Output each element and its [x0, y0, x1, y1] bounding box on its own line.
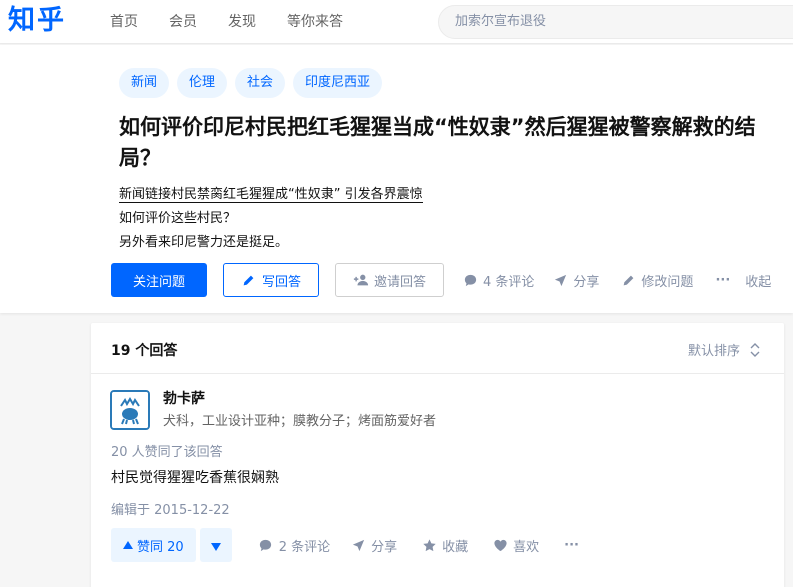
answer-actions: 赞同 20 2 条评论 分享 收藏 喜欢 ··· — [111, 528, 579, 562]
send-icon — [350, 537, 366, 553]
topic-tag[interactable]: 社会 — [235, 68, 286, 98]
author-bio: 犬科，工业设计亚种；膜教分子；烤面筋爱好者 — [163, 414, 437, 429]
main-nav: 首页 会员 发现 等你来答 — [110, 0, 374, 44]
answer-comments-button[interactable]: 2 条评论 — [258, 536, 330, 555]
edited-time[interactable]: 编辑于 2015-12-22 — [111, 499, 230, 518]
nav-item-home[interactable]: 首页 — [110, 0, 138, 44]
nav-item-membership[interactable]: 会员 — [169, 0, 197, 44]
write-answer-button[interactable]: 写回答 — [223, 263, 319, 297]
question-title: 如何评价印尼村民把红毛猩猩当成“性奴隶”然后猩猩被警察解救的结局？ — [119, 115, 756, 170]
edit-question-button[interactable]: 修改问题 — [620, 271, 693, 290]
send-icon — [552, 272, 568, 288]
answer-content: 村民觉得猩猩吃香蕉很娴熟 — [111, 470, 279, 486]
like-label: 喜欢 — [513, 539, 540, 555]
edit-question-label: 修改问题 — [641, 274, 694, 290]
share-button[interactable]: 分享 — [552, 271, 599, 290]
question-detail-line: 如何评价这些村民？ — [119, 211, 237, 226]
invite-answer-button[interactable]: 邀请回答 — [335, 263, 444, 297]
nav-item-explore[interactable]: 发现 — [228, 0, 256, 44]
question-header: 新闻 伦理 社会 印度尼西亚 如何评价印尼村民把红毛猩猩当成“性奴隶”然后猩猩被… — [0, 45, 793, 313]
like-button[interactable]: 喜欢 — [492, 536, 539, 555]
news-link[interactable]: 新闻链接村民禁脔红毛猩猩成“性奴隶” 引发各界震惊 — [119, 187, 423, 203]
top-bar: 知乎 首页 会员 发现 等你来答 加索尔宣布退役 — [0, 0, 793, 44]
collapse-button[interactable]: 收起 — [745, 271, 771, 290]
question-detail-line: 另外看来印尼警力还是挺足。 — [119, 235, 289, 250]
sort-dropdown[interactable]: 默认排序 — [688, 340, 760, 359]
answer-share-label: 分享 — [371, 539, 398, 555]
follow-question-button[interactable]: 关注问题 — [111, 263, 207, 297]
author-name[interactable]: 勃卡萨 — [163, 388, 205, 408]
invite-answer-label: 邀请回答 — [373, 274, 426, 290]
upvote-button[interactable]: 赞同 20 — [111, 528, 196, 562]
topic-tag[interactable]: 新闻 — [119, 68, 170, 98]
answer-comments-label: 2 条评论 — [278, 539, 331, 555]
pencil-icon — [620, 272, 636, 288]
answers-list: 19 个回答 默认排序 勃卡萨 犬科，工业设计亚种；膜教分子；烤面筋爱好者 20… — [91, 323, 784, 587]
comment-icon — [258, 537, 274, 553]
question-actions: 关注问题 写回答 邀请回答 4 条评论 分享 修改问题 ··· 收起 — [111, 263, 771, 297]
star-icon — [421, 537, 437, 553]
triangle-down-icon — [210, 536, 221, 555]
sort-arrows-icon — [750, 342, 760, 357]
answer-count: 19 个回答 — [111, 343, 178, 359]
comment-icon — [462, 272, 478, 288]
sort-label: 默认排序 — [687, 344, 740, 359]
question-detail: 新闻链接村民禁脔红毛猩猩成“性奴隶” 引发各界震惊 如何评价这些村民？ 另外看来… — [119, 183, 423, 255]
avatar[interactable] — [110, 390, 150, 430]
comments-label: 4 条评论 — [483, 274, 535, 290]
comments-button[interactable]: 4 条评论 — [462, 271, 534, 290]
voters-summary: 20 人赞同了该回答 — [111, 445, 223, 460]
downvote-button[interactable] — [199, 528, 232, 562]
answers-header: 19 个回答 默认排序 — [91, 323, 784, 374]
topic-tag[interactable]: 伦理 — [177, 68, 228, 98]
topic-list: 新闻 伦理 社会 印度尼西亚 — [119, 68, 390, 98]
share-label: 分享 — [573, 274, 600, 290]
answer-more-button[interactable]: ··· — [564, 538, 579, 553]
heart-icon — [492, 537, 508, 553]
pencil-icon — [241, 272, 257, 288]
write-answer-label: 写回答 — [261, 274, 301, 290]
triangle-up-icon — [123, 537, 133, 553]
add-user-icon — [353, 272, 369, 288]
zhihu-logo[interactable]: 知乎 — [8, 4, 66, 38]
upvote-label: 赞同 20 — [137, 539, 184, 555]
collect-button[interactable]: 收藏 — [421, 536, 468, 555]
collect-label: 收藏 — [442, 539, 469, 555]
search-input[interactable]: 加索尔宣布退役 — [438, 5, 793, 39]
more-options-button[interactable]: ··· — [715, 273, 730, 288]
topic-tag[interactable]: 印度尼西亚 — [293, 68, 383, 98]
answer-share-button[interactable]: 分享 — [350, 536, 397, 555]
nav-item-waiting-answers[interactable]: 等你来答 — [287, 0, 343, 44]
